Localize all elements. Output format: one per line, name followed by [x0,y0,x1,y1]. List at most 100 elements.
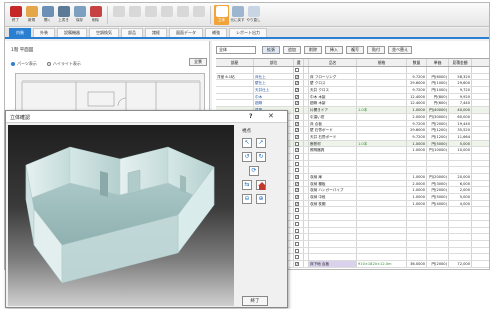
checkbox[interactable]: ✓ [295,134,299,139]
tab-4[interactable]: 部品 [121,28,143,37]
checkbox[interactable]: ✓ [295,88,299,93]
checkbox[interactable] [295,108,299,113]
select-cell[interactable]: ✓ [294,194,304,200]
toolbar-button[interactable] [111,5,126,25]
column-header[interactable]: 品名 [309,59,357,66]
estimate-action-button[interactable]: 貼付 [367,46,385,54]
checkbox[interactable] [295,168,299,173]
toolbar-button[interactable] [127,5,142,25]
select-cell[interactable]: ✓ [294,113,304,120]
checkbox[interactable] [295,248,299,253]
tab-5[interactable]: 諸経 [145,28,167,37]
checkbox[interactable]: ✓ [295,94,299,99]
column-header[interactable]: 規格 [357,59,407,66]
toolbar-button[interactable]: 保存 [72,5,87,25]
table-row[interactable]: 廻縁 ✓ 廻縁 木製 12.4000 円(600) 7,440 [216,100,489,108]
column-header[interactable]: 部位 [254,59,294,66]
select-cell[interactable]: ✓ [294,133,304,140]
radio-parts-display[interactable]: パーツ表示 [11,61,37,67]
checkbox[interactable] [295,141,299,146]
rotate-left-button[interactable]: ↺ [242,152,252,162]
estimate-action-button[interactable]: 削除 [304,46,322,54]
estimate-action-button[interactable]: 並べ替え [388,46,412,54]
pan-left-button[interactable]: ⇆ [242,180,252,190]
checkbox[interactable] [295,208,299,213]
column-header[interactable]: 見積金額 [449,59,472,66]
checkbox[interactable]: ✓ [295,74,299,79]
toolbar-button[interactable] [143,5,158,25]
select-cell[interactable]: ✓ [294,93,304,100]
checkbox[interactable] [295,154,299,159]
checkbox[interactable]: ✓ [295,261,299,266]
zoom-out-button[interactable]: ⊖ [242,194,252,204]
close-icon[interactable]: ✕ [268,112,274,120]
redo-button[interactable]: やり直し [246,5,261,25]
checkbox[interactable]: ✓ [295,201,299,206]
table-row[interactable]: 壁仕上 ✓ 壁 クロス 29.6000 円(1000) 29,600 [216,80,489,88]
full-view-button[interactable]: 全景 [189,58,207,66]
3d-viewport[interactable] [8,125,234,306]
checkbox[interactable]: ✓ [295,101,299,106]
toolbar-button[interactable]: 上書き [56,5,71,25]
checkbox[interactable] [295,161,299,166]
select-cell[interactable]: ✓ [294,200,304,207]
radio-highlight-display[interactable]: ハイライト表示 [46,61,81,67]
table-row[interactable]: 天井仕上 ✓ 天井 クロス 9.7200 円(1000) 9,720 [216,87,489,94]
select-cell[interactable]: ✓ [294,100,304,107]
checkbox[interactable] [295,68,299,72]
checkbox[interactable]: ✓ [295,128,299,133]
select-cell[interactable]: ✓ [294,73,304,80]
checkbox[interactable] [295,235,299,240]
estimate-action-button[interactable]: 複写 [346,46,364,54]
checkbox[interactable] [295,215,299,220]
select-cell[interactable] [294,160,304,167]
select-cell[interactable] [294,107,304,113]
column-header[interactable]: 数量 [407,59,427,66]
dialog-title-bar[interactable]: 立体確認 ? ✕ [6,111,287,123]
tab-1[interactable]: 外装 [33,28,55,37]
select-cell[interactable] [294,67,304,73]
checkbox[interactable]: ✓ [295,175,299,179]
select-cell[interactable]: ✓ [294,120,304,127]
select-cell[interactable] [294,234,304,240]
view-up-right-button[interactable]: ↗ [256,138,266,148]
tab-7[interactable]: 補強 [205,28,227,37]
toolbar-button[interactable]: 開く [40,5,55,25]
checkbox[interactable] [295,228,299,233]
view-up-left-button[interactable]: ↖ [242,138,252,148]
select-cell[interactable] [294,227,304,234]
select-cell[interactable] [294,240,304,247]
tab-3[interactable]: 空調換気 [89,28,119,37]
column-header[interactable]: 選 [294,59,304,66]
radio-button[interactable] [46,62,51,66]
select-cell[interactable]: ✓ [294,80,304,87]
checkbox[interactable]: ✓ [295,188,299,193]
checkbox[interactable] [295,241,299,246]
select-cell[interactable]: ✓ [294,260,304,267]
table-row[interactable] [216,67,489,74]
toolbar-button[interactable] [159,5,174,25]
help-button[interactable]: ? [249,113,252,120]
checkbox[interactable]: ✓ [295,148,299,153]
room-filter-select[interactable]: 全体 [216,46,256,54]
checkbox[interactable]: ✓ [295,181,299,186]
toolbar-button[interactable]: 削除 [88,5,103,25]
select-cell[interactable]: ✓ [294,174,304,180]
column-header[interactable]: 部屋 [216,59,254,66]
rotate-right-button[interactable]: ↻ [256,152,266,162]
select-cell[interactable]: ✓ [294,127,304,133]
radio-button[interactable] [11,62,15,66]
undo-button[interactable]: 元に戻す [230,5,245,25]
tab-8[interactable]: レポート出力 [229,28,267,37]
toolbar-button[interactable]: 新規 [24,5,39,25]
estimate-action-button[interactable]: 拡張 [262,46,280,54]
select-cell[interactable] [294,247,304,254]
select-cell[interactable] [294,153,304,160]
toolbar-button[interactable] [175,5,190,25]
tab-0[interactable]: 内装 [9,28,31,37]
home-view-button[interactable] [256,180,266,190]
checkbox[interactable]: ✓ [295,195,299,200]
select-cell[interactable]: ✓ [294,187,304,194]
select-cell[interactable]: ✓ [294,87,304,93]
checkbox[interactable]: ✓ [295,121,299,126]
